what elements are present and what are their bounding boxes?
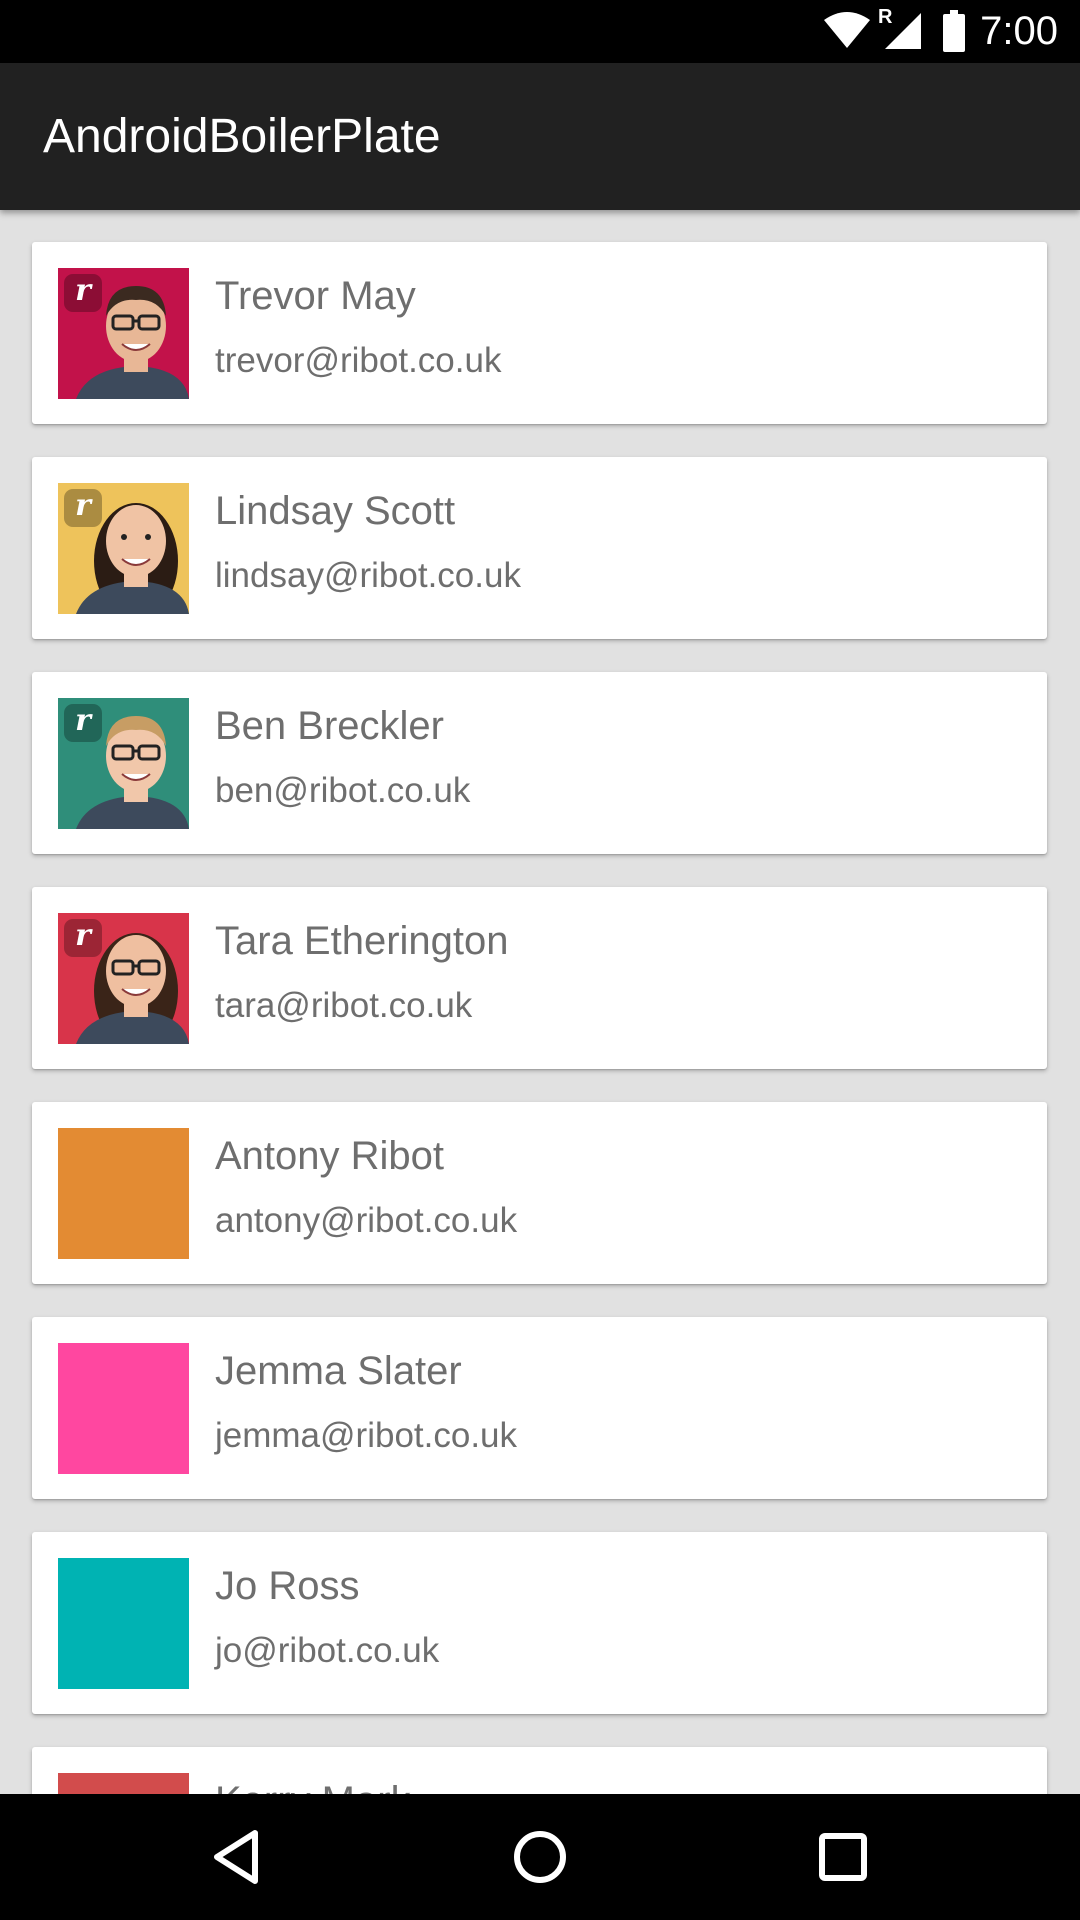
- list-item[interactable]: Kerry Mark: [32, 1747, 1047, 1794]
- avatar-color-swatch: [58, 1343, 189, 1474]
- ribot-name: Trevor May: [215, 274, 416, 318]
- ribot-list[interactable]: r Trevor May trevor@ribot.co.uk r Lindsay Sc…: [0, 210, 1080, 1794]
- clock: 7:00: [980, 9, 1058, 53]
- list-item[interactable]: Jo Ross jo@ribot.co.uk: [32, 1532, 1047, 1714]
- ribot-name: Jo Ross: [215, 1564, 360, 1608]
- ribot-email: jo@ribot.co.uk: [215, 1631, 440, 1670]
- ribot-name: Ben Breckler: [215, 704, 444, 748]
- list-item[interactable]: Antony Ribot antony@ribot.co.uk: [32, 1102, 1047, 1284]
- ribot-logo-badge: r: [64, 489, 102, 527]
- list-item[interactable]: r Ben Breckler ben@ribot.co.uk: [32, 672, 1047, 854]
- ribot-name: Antony Ribot: [215, 1134, 445, 1178]
- ribot-logo-badge: r: [64, 704, 102, 742]
- ribot-email: ben@ribot.co.uk: [215, 771, 471, 810]
- ribot-email: tara@ribot.co.uk: [215, 986, 473, 1025]
- ribot-name: Jemma Slater: [215, 1349, 462, 1393]
- wifi-icon: [822, 10, 872, 55]
- list-item[interactable]: r Trevor May trevor@ribot.co.uk: [32, 242, 1047, 424]
- ribot-email: jemma@ribot.co.uk: [215, 1416, 518, 1455]
- app-title: AndroidBoilerPlate: [43, 110, 441, 163]
- avatar-color-swatch: [58, 1128, 189, 1259]
- ribot-email: lindsay@ribot.co.uk: [215, 556, 521, 595]
- list-item[interactable]: r Tara Etherington tara@ribot.co.uk: [32, 887, 1047, 1069]
- back-icon[interactable]: [197, 1817, 277, 1897]
- ribot-name: Lindsay Scott: [215, 489, 456, 533]
- ribot-name: Tara Etherington: [215, 919, 509, 963]
- cell-signal-icon: [884, 12, 922, 55]
- recents-icon[interactable]: [803, 1817, 883, 1897]
- avatar-color-swatch: [58, 1558, 189, 1689]
- home-icon[interactable]: [500, 1817, 580, 1897]
- list-item[interactable]: r Lindsay Scott lindsay@ribot.co.uk: [32, 457, 1047, 639]
- ribot-logo-badge: r: [64, 274, 102, 312]
- navigation-bar: [0, 1794, 1080, 1920]
- ribot-logo-badge: r: [64, 919, 102, 957]
- battery-icon: [942, 10, 966, 57]
- ribot-name: Kerry Mark: [215, 1777, 411, 1794]
- app-bar: AndroidBoilerPlate: [0, 63, 1080, 210]
- list-item[interactable]: Jemma Slater jemma@ribot.co.uk: [32, 1317, 1047, 1499]
- ribot-email: antony@ribot.co.uk: [215, 1201, 518, 1240]
- avatar-color-swatch: [58, 1773, 189, 1794]
- avatar-photo: r: [58, 483, 189, 614]
- avatar-photo: r: [58, 268, 189, 399]
- avatar-photo: r: [58, 698, 189, 829]
- status-bar: R 7:00: [0, 0, 1080, 63]
- ribot-email: trevor@ribot.co.uk: [215, 341, 502, 380]
- avatar-photo: r: [58, 913, 189, 1044]
